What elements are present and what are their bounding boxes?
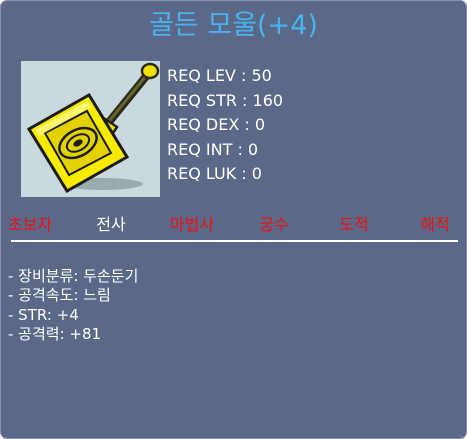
job-warrior: 전사 — [96, 215, 126, 234]
job-requirements-row: 초보자 전사 마법사 궁수 도적 해적 — [1, 213, 466, 239]
section-divider — [11, 240, 458, 242]
stat-equip-category: - 장비분류: 두손둔기 — [8, 267, 139, 285]
item-name: 골든 모울(+4) — [149, 10, 318, 41]
job-beginner: 초보자 — [7, 215, 53, 234]
job-pirate: 해적 — [420, 215, 450, 234]
item-tooltip: 골든 모울(+4) REQ LEV : 50 REQ STR : 160 REQ… — [0, 0, 467, 439]
item-stats-list: - 장비분류: 두손둔기 - 공격속도: 느림 - STR: +4 - 공격력:… — [8, 267, 138, 344]
req-str: REQ STR : 160 — [167, 90, 284, 110]
job-archer: 궁수 — [259, 215, 289, 234]
job-thief: 도적 — [339, 215, 369, 234]
job-magician: 마법사 — [169, 215, 215, 234]
req-luk: REQ LUK : 0 — [167, 164, 262, 183]
golden-mallet-icon — [26, 62, 160, 194]
req-level: REQ LEV : 50 — [167, 66, 272, 85]
req-int: REQ INT : 0 — [167, 139, 259, 159]
item-icon-frame — [21, 61, 160, 197]
req-dex: REQ DEX : 0 — [167, 115, 266, 134]
stat-attack-power: - 공격력: +81 — [8, 324, 102, 343]
requirements-list: REQ LEV : 50 REQ STR : 160 REQ DEX : 0 R… — [167, 64, 283, 187]
stat-attack-speed: - 공격속도: 느림 — [8, 286, 111, 305]
stat-str-bonus: - STR: +4 — [8, 305, 79, 324]
